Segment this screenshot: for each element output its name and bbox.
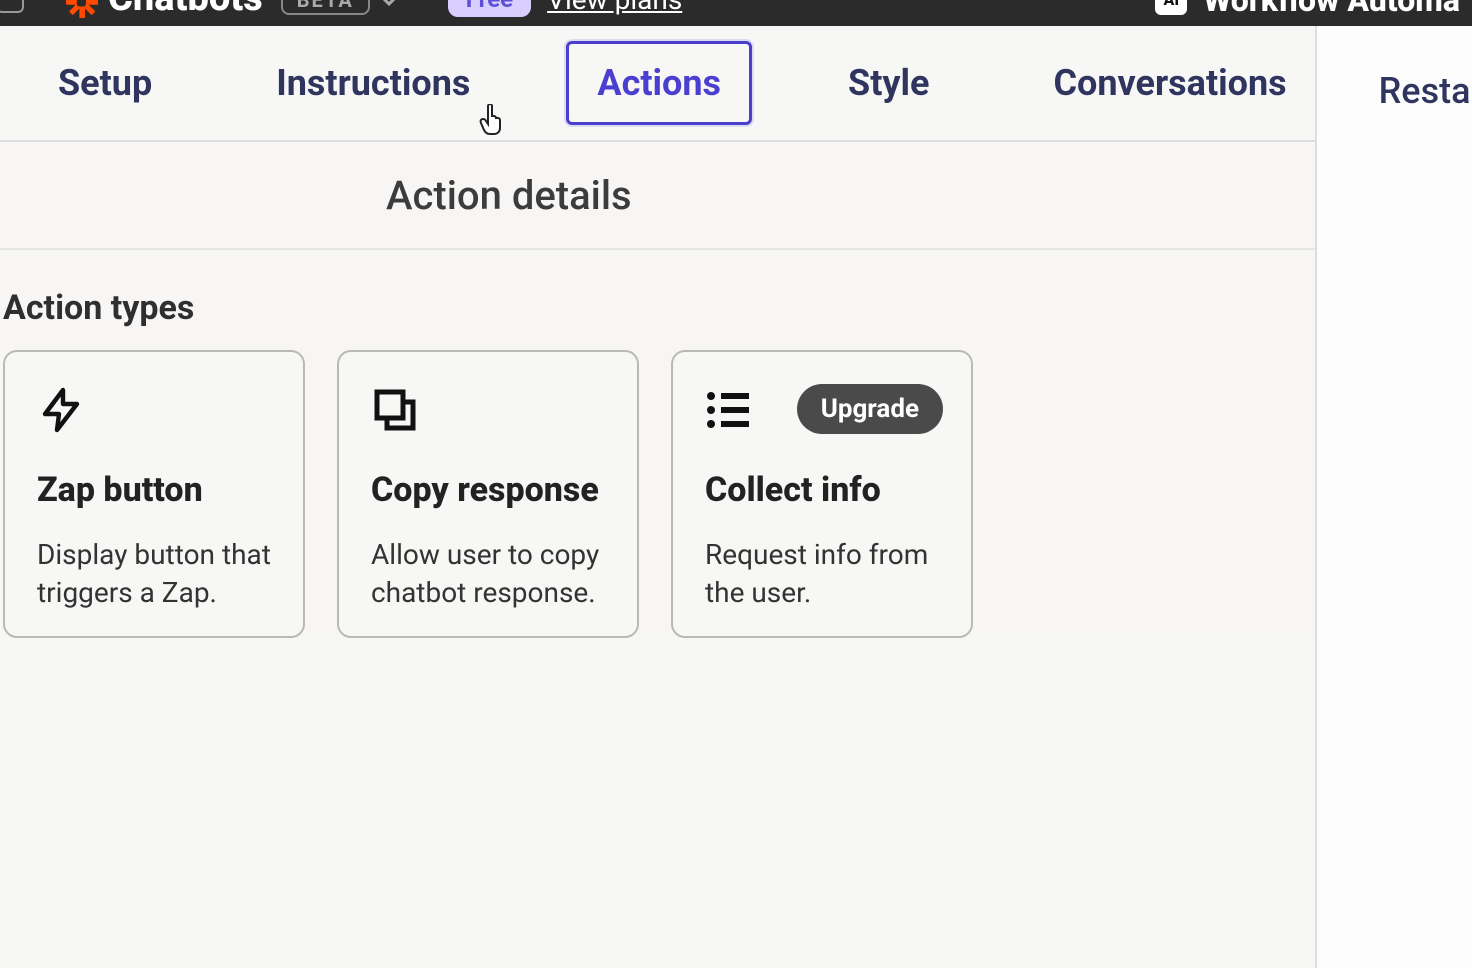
bolt-icon bbox=[37, 386, 85, 434]
restart-button[interactable]: Restart bbox=[1317, 26, 1472, 112]
chevron-down-icon[interactable] bbox=[380, 0, 398, 7]
workspace-title: Workflow Automa bbox=[1203, 0, 1460, 19]
plan-pill: Free bbox=[448, 0, 531, 17]
tab-actions[interactable]: Actions bbox=[566, 41, 752, 125]
view-plans-link[interactable]: View plans bbox=[547, 0, 682, 16]
upgrade-badge[interactable]: Upgrade bbox=[797, 384, 943, 434]
cards-row: Zap button Display button that triggers … bbox=[0, 350, 1315, 638]
card-title: Zap button bbox=[37, 470, 271, 510]
list-icon bbox=[705, 386, 753, 434]
section-title: Action details bbox=[386, 172, 632, 219]
zapier-logo-icon bbox=[66, 0, 98, 18]
avatar[interactable]: AI bbox=[1155, 0, 1187, 15]
preview-panel: Restart Workflow Au How can I h Ask me a bbox=[1317, 26, 1472, 968]
tabs-row: Setup Instructions Actions Style Convers… bbox=[0, 26, 1315, 142]
card-desc: Display button that triggers a Zap. bbox=[37, 536, 271, 612]
back-button[interactable] bbox=[0, 0, 24, 13]
copy-icon bbox=[371, 386, 419, 434]
tab-style[interactable]: Style bbox=[820, 44, 957, 122]
card-copy-response[interactable]: Copy response Allow user to copy chatbot… bbox=[337, 350, 639, 638]
card-collect-info[interactable]: Upgrade Collect info Request info from t… bbox=[671, 350, 973, 638]
card-zap-button[interactable]: Zap button Display button that triggers … bbox=[3, 350, 305, 638]
main-area: Setup Instructions Actions Style Convers… bbox=[0, 26, 1472, 968]
topbar: Chatbots BETA Free View plans AI Workflo… bbox=[0, 0, 1472, 26]
tab-instructions[interactable]: Instructions bbox=[248, 44, 498, 122]
card-title: Collect info bbox=[705, 470, 939, 510]
left-panel: Setup Instructions Actions Style Convers… bbox=[0, 26, 1317, 968]
card-desc: Allow user to copy chatbot response. bbox=[371, 536, 605, 612]
card-title: Copy response bbox=[371, 470, 605, 510]
beta-badge: BETA bbox=[281, 0, 370, 15]
restart-label: Restart bbox=[1379, 70, 1472, 112]
action-types-label: Action types bbox=[3, 288, 1315, 328]
tab-setup[interactable]: Setup bbox=[30, 44, 180, 122]
section-header: Action details bbox=[0, 142, 1315, 250]
card-desc: Request info from the user. bbox=[705, 536, 939, 612]
action-types-area: Action types Zap button Display button t… bbox=[0, 250, 1315, 638]
app-title: Chatbots bbox=[108, 0, 263, 20]
tab-conversations[interactable]: Conversations bbox=[1026, 44, 1315, 122]
